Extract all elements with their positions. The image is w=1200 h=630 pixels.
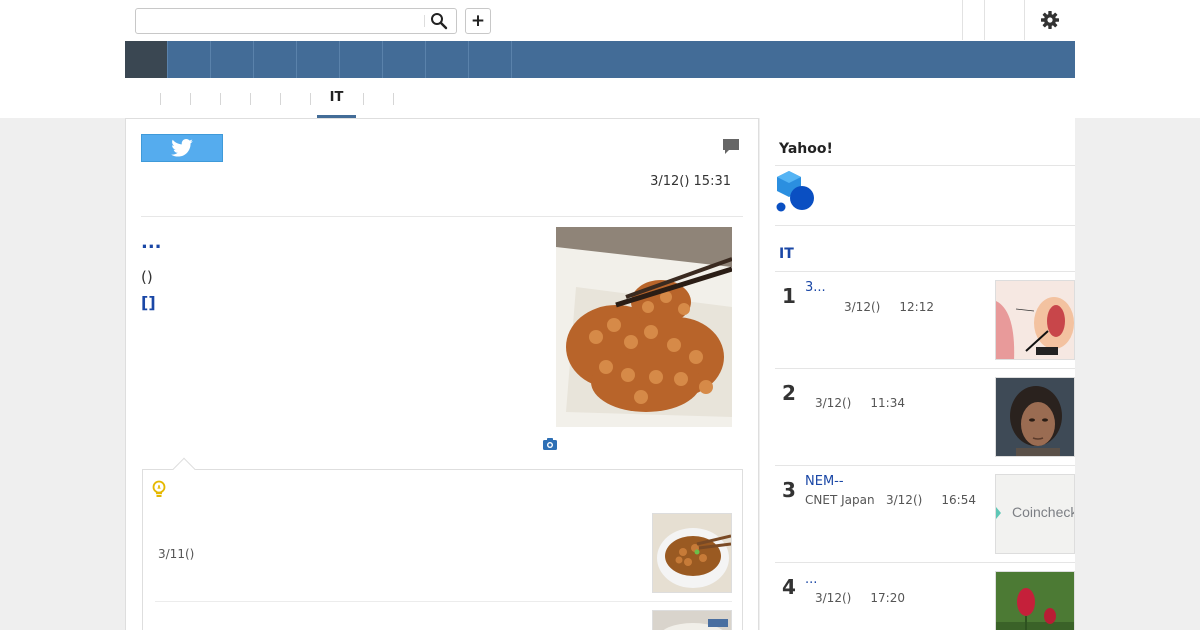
divider <box>775 165 1075 166</box>
search-divider <box>424 15 425 27</box>
header-divider <box>984 0 985 40</box>
tab-divider <box>160 93 161 105</box>
rank-number: 3 <box>782 478 796 502</box>
article-card: 3/12() 15:31 ... () [] 3/11() <box>125 118 759 630</box>
search-icon <box>431 13 448 30</box>
ranking-category: IT <box>779 246 794 262</box>
rank-meta: 3/12() 12:12 <box>844 300 934 314</box>
gear-icon <box>1041 11 1059 29</box>
related-photo <box>653 611 731 630</box>
nav-item[interactable] <box>383 41 426 78</box>
article-date: 3/12() 15:31 <box>650 174 731 189</box>
article-photo[interactable] <box>556 227 732 427</box>
nav-item[interactable] <box>340 41 383 78</box>
search-input[interactable] <box>136 9 424 33</box>
cube-logo-icon <box>776 171 814 212</box>
ranking-item[interactable]: 1 3... 3/12() 12:12 <box>775 272 1075 369</box>
rank-title[interactable]: 3... <box>805 280 826 295</box>
top-bar: + IT <box>0 0 1200 119</box>
nav-item-home[interactable] <box>125 41 168 78</box>
article-headline[interactable]: ... <box>141 232 162 253</box>
header-divider <box>962 0 963 40</box>
nav-item[interactable] <box>297 41 340 78</box>
photo-gallery-button[interactable] <box>543 435 557 450</box>
main-nav <box>125 41 1075 78</box>
tab-divider <box>190 93 191 105</box>
related-date: 3/11() <box>158 547 195 561</box>
rank-meta: 3/12() 11:34 <box>815 396 905 410</box>
bulb-icon <box>151 480 167 500</box>
divider <box>775 225 1075 226</box>
ranking-item[interactable]: 3 NEM-- CNET Japan 3/12() 16:54 Coinchec… <box>775 466 1075 563</box>
natto-bowl-photo <box>653 514 731 592</box>
rank-title[interactable]: ... <box>805 572 817 587</box>
comment-button[interactable] <box>722 138 740 155</box>
sidebar: Yahoo! IT 1 3... 3/12() 12:12 2 3/12() 1… <box>760 118 1075 630</box>
callout-notch <box>172 457 196 481</box>
tab-divider <box>250 93 251 105</box>
rank-number: 1 <box>782 284 796 308</box>
comment-icon <box>723 139 739 154</box>
nav-item[interactable] <box>254 41 297 78</box>
related-articles: 3/11() <box>142 457 743 630</box>
twitter-icon <box>171 139 193 157</box>
divider <box>141 216 743 217</box>
related-thumbnail[interactable] <box>652 513 732 593</box>
ranking-item[interactable]: 2 3/12() 11:34 <box>775 369 1075 466</box>
rank-title[interactable]: NEM-- <box>805 474 844 489</box>
plus-icon: + <box>470 10 486 31</box>
search-button[interactable] <box>430 12 450 30</box>
tweet-button[interactable] <box>141 134 223 162</box>
tab-divider <box>310 93 311 105</box>
settings-button[interactable] <box>1040 10 1060 30</box>
tab-divider <box>363 93 364 105</box>
nav-item[interactable] <box>168 41 211 78</box>
tab-divider <box>393 93 394 105</box>
rank-number: 2 <box>782 381 796 405</box>
article-link[interactable]: [] <box>141 293 156 312</box>
vocal-cord-diagram <box>996 281 1074 359</box>
nav-item[interactable] <box>469 41 512 78</box>
rank-thumbnail <box>995 571 1075 630</box>
article-source: () <box>141 268 153 286</box>
sidebar-logo[interactable] <box>775 171 817 213</box>
tab-divider <box>280 93 281 105</box>
thumbnail-text: Coincheck <box>1012 504 1075 520</box>
rank-meta: 3/12() 17:20 <box>815 591 905 605</box>
add-button[interactable]: + <box>465 8 491 34</box>
rank-thumbnail: Coincheck <box>995 474 1075 554</box>
tab-divider <box>220 93 221 105</box>
camera-icon <box>543 438 557 450</box>
header-divider <box>1024 0 1025 40</box>
search-box[interactable] <box>135 8 457 34</box>
sidebar-title: Yahoo! <box>779 141 833 157</box>
nav-item[interactable] <box>211 41 254 78</box>
ranking-item[interactable]: 4 ... 3/12() 17:20 <box>775 563 1075 630</box>
rank-number: 4 <box>782 575 796 599</box>
natto-photo <box>556 227 732 427</box>
related-thumbnail[interactable] <box>652 610 732 630</box>
divider <box>155 601 732 602</box>
rank-thumbnail <box>995 280 1075 360</box>
rank-thumbnail <box>995 377 1075 457</box>
red-flower-photo <box>996 572 1074 630</box>
nav-item[interactable] <box>426 41 469 78</box>
face-reconstruction-photo <box>996 378 1074 456</box>
rank-meta: CNET Japan 3/12() 16:54 <box>805 493 976 507</box>
